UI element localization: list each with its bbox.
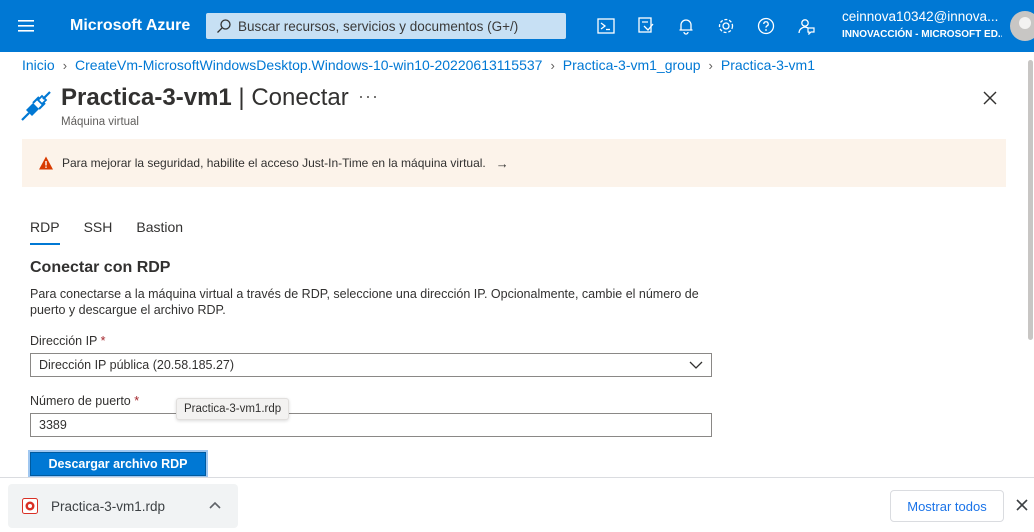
show-all-button[interactable]: Mostrar todos — [890, 490, 1004, 522]
chevron-right-icon: › — [550, 57, 555, 73]
chevron-down-icon — [689, 361, 703, 369]
breadcrumb-item-resource-group[interactable]: Practica-3-vm1_group — [563, 57, 701, 73]
account-menu[interactable]: ceinnova10342@innova... INNOVACCIÓN - MI… — [842, 10, 1002, 40]
notifications-icon[interactable] — [666, 0, 706, 52]
scrollbar[interactable] — [1028, 60, 1033, 340]
feedback-icon[interactable] — [786, 0, 826, 52]
breadcrumb-item-home[interactable]: Inicio — [22, 57, 55, 73]
download-item[interactable]: Practica-3-vm1.rdp — [8, 484, 238, 528]
plug-icon — [21, 91, 51, 121]
more-options-icon[interactable]: ··· — [358, 86, 379, 107]
tab-rdp[interactable]: RDP — [30, 219, 60, 245]
close-icon[interactable] — [982, 90, 998, 106]
page-title: Practica-3-vm1 | Conectar — [61, 84, 349, 111]
download-rdp-button[interactable]: Descargar archivo RDP — [28, 450, 208, 478]
ip-address-label: Dirección IP * — [30, 334, 106, 348]
download-shelf: Practica-3-vm1.rdp Mostrar todos — [0, 477, 1034, 532]
chevron-right-icon: › — [62, 57, 68, 73]
page-subtitle: Máquina virtual — [61, 116, 139, 128]
breadcrumb: Inicio › CreateVm-MicrosoftWindowsDeskto… — [22, 56, 815, 74]
brand-title[interactable]: Microsoft Azure — [70, 17, 202, 35]
cloud-shell-icon[interactable] — [586, 0, 626, 52]
tab-bar: RDP SSH Bastion — [30, 219, 207, 245]
tab-ssh[interactable]: SSH — [84, 219, 113, 245]
breadcrumb-item-deployment[interactable]: CreateVm-MicrosoftWindowsDesktop.Windows… — [75, 57, 542, 73]
account-name: ceinnova10342@innova... — [842, 10, 999, 24]
search-input[interactable]: Buscar recursos, servicios y documentos … — [206, 13, 566, 39]
security-banner[interactable]: Para mejorar la seguridad, habilite el a… — [22, 139, 1006, 187]
filename-tooltip: Practica-3-vm1.rdp — [176, 398, 290, 420]
port-number-label: Número de puerto * — [30, 394, 140, 408]
help-icon[interactable] — [746, 0, 786, 52]
settings-icon[interactable] — [706, 0, 746, 52]
tab-bastion[interactable]: Bastion — [136, 219, 183, 245]
directory-filter-icon[interactable] — [626, 0, 666, 52]
banner-text: Para mejorar la seguridad, habilite el a… — [62, 156, 486, 170]
menu-icon[interactable] — [0, 0, 52, 52]
close-icon[interactable] — [1015, 498, 1029, 512]
rdp-file-icon — [22, 498, 38, 514]
ip-address-value: Dirección IP pública (20.58.185.27) — [39, 358, 235, 372]
arrow-right-icon: → — [495, 155, 509, 171]
avatar[interactable] — [1010, 11, 1034, 41]
header-icons — [586, 0, 826, 52]
section-description: Para conectarse a la máquina virtual a t… — [30, 287, 699, 317]
ip-address-dropdown[interactable]: Dirección IP pública (20.58.185.27) — [30, 353, 712, 377]
breadcrumb-item-vm[interactable]: Practica-3-vm1 — [721, 57, 815, 73]
search-icon — [217, 19, 231, 33]
search-placeholder: Buscar recursos, servicios y documentos … — [238, 18, 519, 34]
section-title: Conectar con RDP — [30, 259, 171, 276]
chevron-up-icon[interactable] — [208, 499, 222, 513]
download-file-name: Practica-3-vm1.rdp — [51, 498, 166, 514]
account-org: INNOVACCIÓN - MICROSOFT ED... — [842, 28, 1002, 40]
chevron-right-icon: › — [708, 57, 713, 73]
port-number-input[interactable]: 3389 — [30, 413, 712, 437]
warning-icon — [39, 156, 53, 170]
